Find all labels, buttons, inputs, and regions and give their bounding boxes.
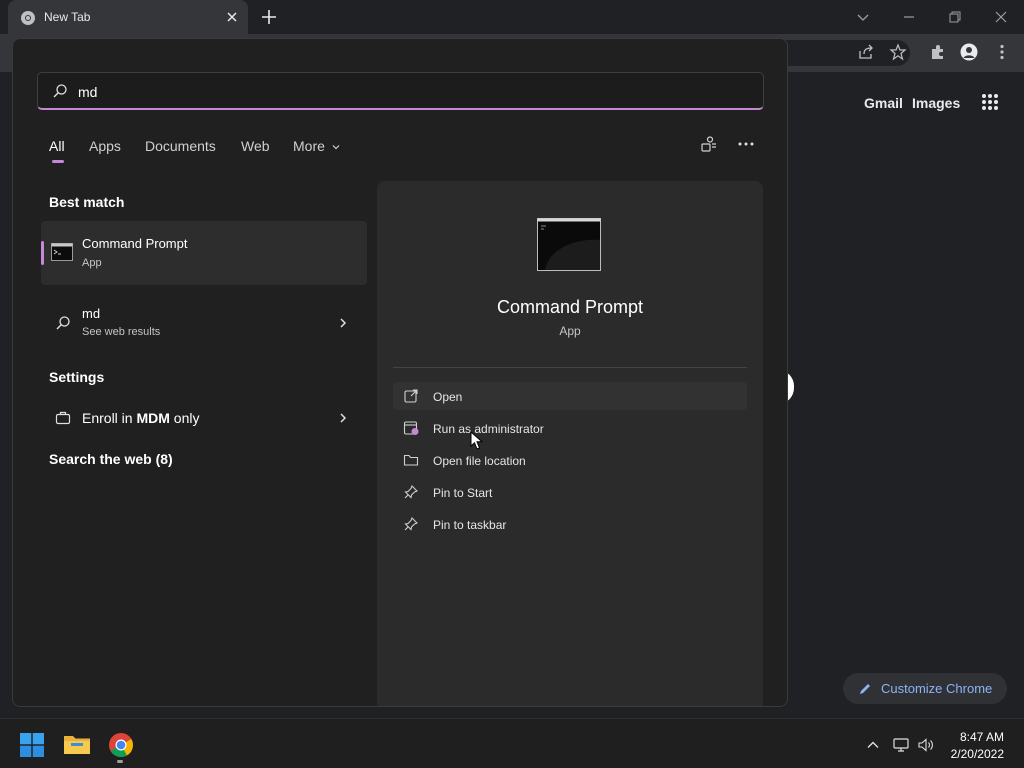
tab-close-icon[interactable] [224,9,240,25]
profile-avatar-icon[interactable] [960,43,978,61]
command-prompt-icon [51,243,73,261]
chevron-right-icon[interactable] [338,317,348,329]
best-match-command-prompt[interactable]: Command Prompt App [41,221,367,285]
open-icon [404,389,418,403]
action-open-label: Open [433,390,463,404]
close-window-icon[interactable] [991,7,1011,27]
chrome-menu-dots-icon[interactable] [993,43,1011,61]
tab-more[interactable]: More [293,138,325,154]
settings-enroll-mdm[interactable]: Enroll in MDM only [41,394,367,442]
chrome-tab-new-tab[interactable]: New Tab [8,0,248,34]
best-match-title: Command Prompt [82,236,188,251]
search-input[interactable] [78,81,678,103]
windows-start-icon[interactable] [20,733,44,757]
settings-label-suffix: only [169,410,200,426]
action-open-location-label: Open file location [433,454,526,468]
more-options-icon[interactable] [737,135,755,153]
running-indicator [117,760,123,763]
images-link[interactable]: Images [912,95,960,111]
search-icon [56,316,70,330]
web-result-title: md [82,306,101,321]
windows-search-panel: All Apps Documents Web More Best match C… [12,38,788,707]
google-apps-grid-icon[interactable] [981,93,999,111]
search-box[interactable] [37,72,764,110]
best-match-subtitle: App [82,257,102,269]
search-web-heading[interactable]: Search the web (8) [49,451,173,467]
action-pin-to-start[interactable]: Pin to Start [393,478,747,506]
settings-item-label: Enroll in MDM only [82,410,199,426]
action-pin-start-label: Pin to Start [433,486,493,500]
detail-subtitle: App [559,324,581,338]
pencil-icon [860,684,870,694]
divider [393,367,747,368]
tray-chevron-up-icon[interactable] [864,736,882,754]
tab-all[interactable]: All [49,138,65,154]
best-match-heading: Best match [49,194,125,210]
gmail-link[interactable]: Gmail [864,95,903,111]
command-prompt-large-icon [537,218,601,271]
active-tab-indicator [52,160,64,163]
mouse-cursor-icon [470,431,484,450]
network-icon[interactable] [892,736,910,754]
search-icon [53,84,67,98]
chevron-right-icon[interactable] [338,412,348,424]
volume-icon[interactable] [917,736,935,754]
chrome-tab-title: New Tab [44,10,91,24]
customize-chrome-label: Customize Chrome [881,681,993,696]
selection-accent [41,241,44,265]
restore-icon[interactable] [945,7,965,27]
settings-label-prefix: Enroll in [82,410,137,426]
minimize-icon[interactable] [899,7,919,27]
feedback-icon[interactable] [700,135,718,153]
pin-icon [404,517,418,531]
tab-apps[interactable]: Apps [89,138,121,154]
settings-label-highlight: MDM [136,410,170,426]
action-pin-taskbar-label: Pin to taskbar [433,518,507,532]
action-open-file-location[interactable]: Open file location [393,446,747,474]
action-run-admin-label: Run as administrator [433,422,544,436]
action-pin-to-taskbar[interactable]: Pin to taskbar [393,510,747,538]
file-explorer-icon[interactable] [63,732,91,756]
chevron-down-icon[interactable] [331,142,341,152]
web-result-subtitle: See web results [82,326,161,338]
clock-date[interactable]: 2/20/2022 [940,747,1004,761]
tab-search-chevron-icon[interactable] [853,7,873,27]
customize-chrome-button[interactable]: Customize Chrome [843,673,1007,704]
action-run-as-administrator[interactable]: Run as administrator [393,414,747,442]
action-open[interactable]: Open [393,382,747,410]
details-pane: Command Prompt App Open Run as administr… [377,181,763,706]
share-icon[interactable] [857,43,875,61]
settings-heading: Settings [49,369,105,385]
taskbar: 8:47 AM 2/20/2022 [0,718,1024,768]
briefcase-icon [55,411,71,425]
pin-icon [404,485,418,499]
extensions-puzzle-icon[interactable] [929,43,947,61]
tab-documents[interactable]: Documents [145,138,216,154]
folder-icon [403,454,419,466]
bookmark-star-icon[interactable] [889,43,907,61]
admin-shield-icon [403,421,419,435]
clock-time[interactable]: 8:47 AM [940,730,1004,744]
detail-title: Command Prompt [496,297,644,317]
chrome-favicon-icon [21,11,35,25]
new-tab-plus-icon[interactable] [260,8,278,26]
tab-web[interactable]: Web [241,138,270,154]
chrome-taskbar-icon[interactable] [108,732,134,758]
web-result-md[interactable]: md See web results [41,298,367,346]
